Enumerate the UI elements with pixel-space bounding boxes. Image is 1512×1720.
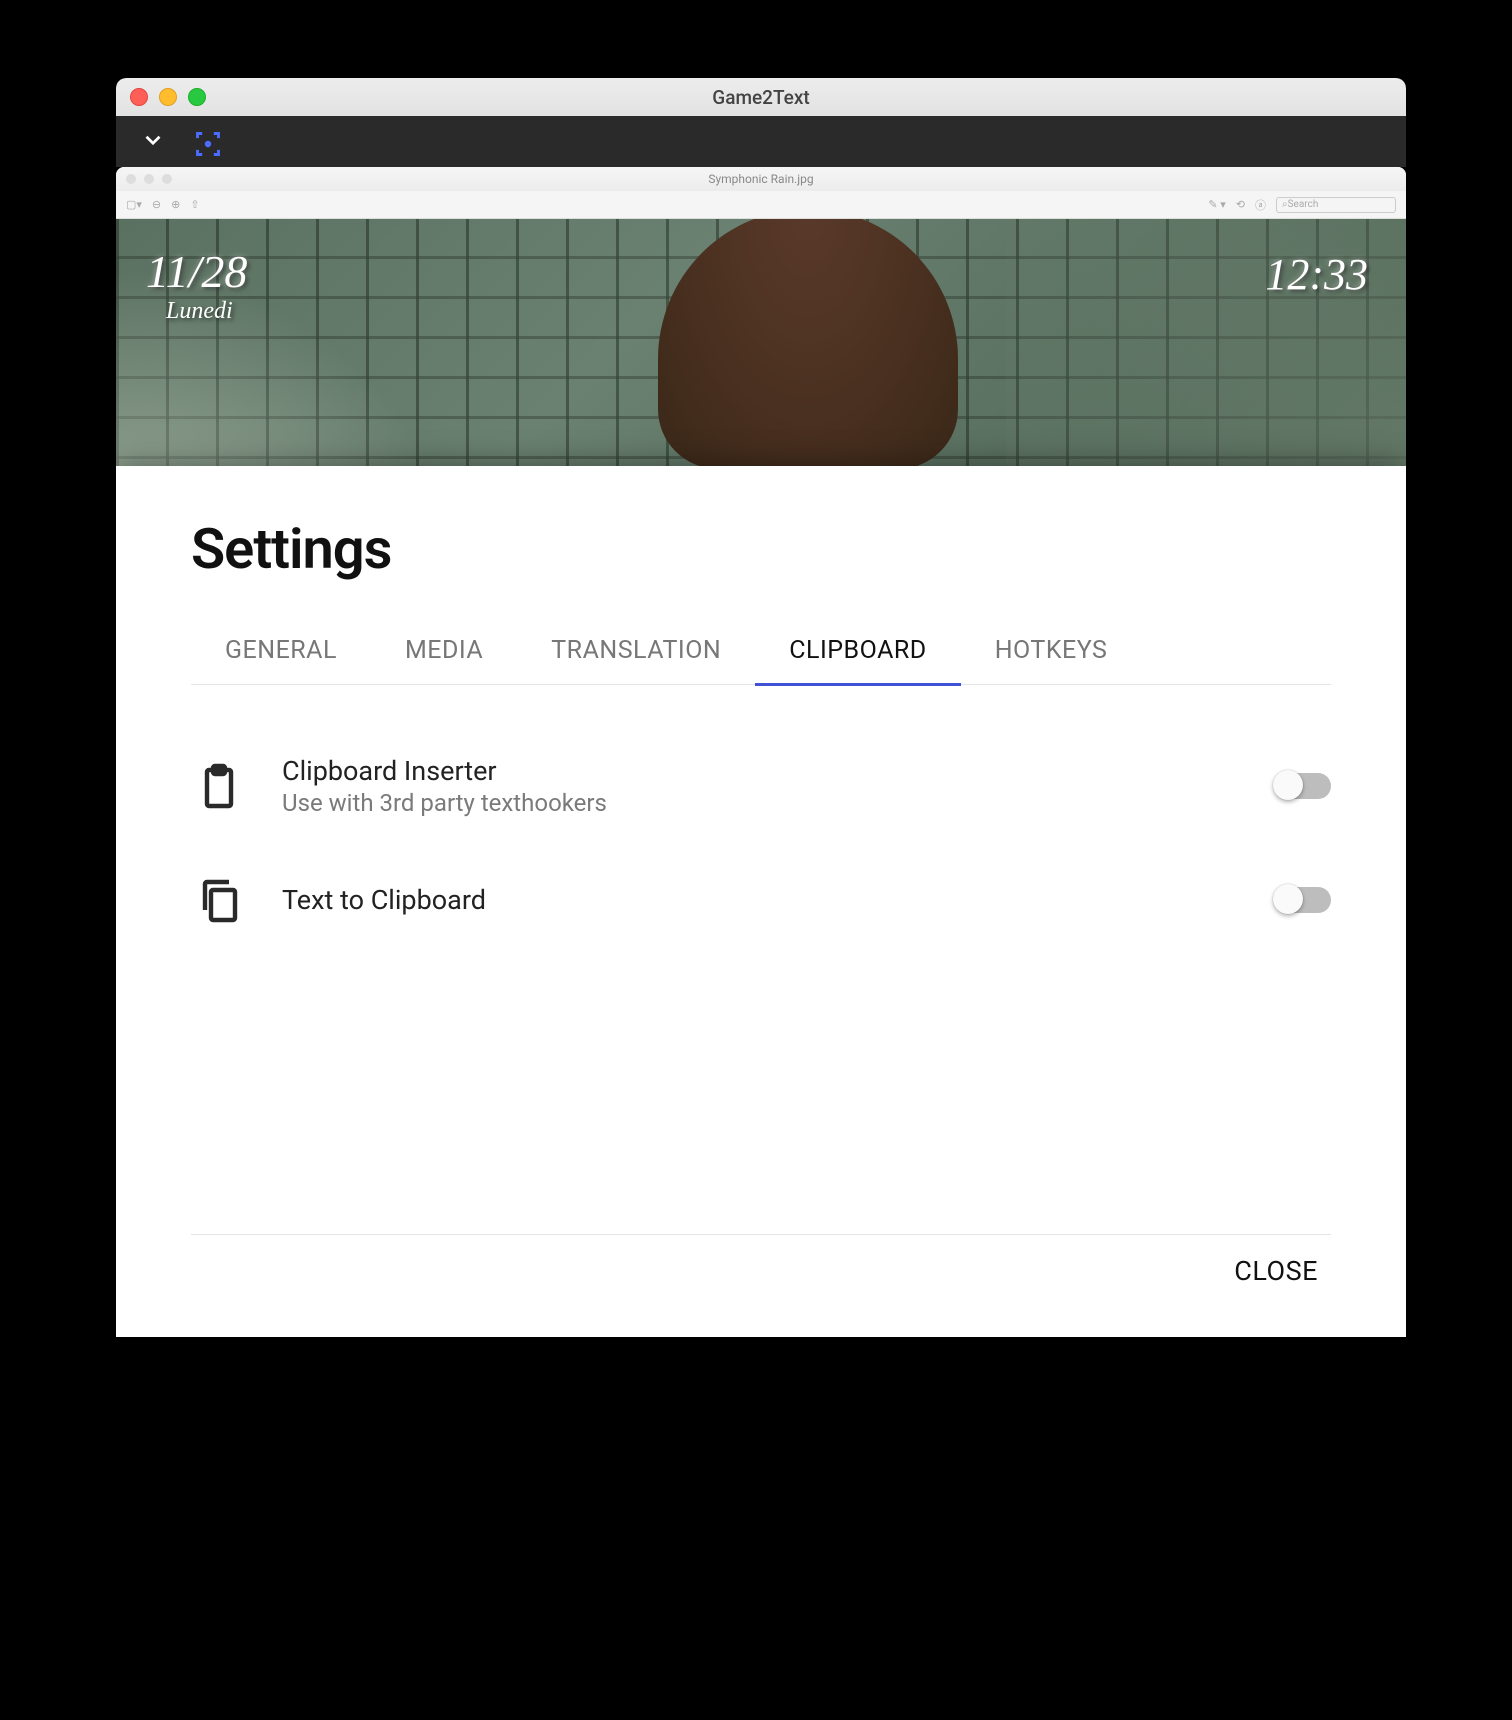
- content-area: Symphonic Rain.jpg ▢▾ ⊖ ⊕ ⇧ ✎ ▾ ⟲ ⓐ ⌕ Se…: [116, 167, 1406, 1538]
- setting-text: Clipboard Inserter Use with 3rd party te…: [282, 755, 1275, 817]
- tab-translation[interactable]: TRANSLATION: [517, 622, 755, 684]
- toggle-knob: [1273, 770, 1303, 800]
- setting-clipboard-inserter: Clipboard Inserter Use with 3rd party te…: [191, 740, 1331, 857]
- rotate-icon[interactable]: ⟲: [1236, 198, 1245, 211]
- app-window: Game2Text Symphonic Rain.jpg: [116, 78, 1406, 1538]
- game-date-badge: 11/28 Lunedi: [146, 245, 247, 325]
- settings-tabs: GENERAL MEDIA TRANSLATION CLIPBOARD HOTK…: [191, 622, 1331, 685]
- markup-icon[interactable]: ⓐ: [1255, 197, 1266, 213]
- toggle-clipboard-inserter[interactable]: [1275, 773, 1331, 799]
- toggle-knob: [1273, 884, 1303, 914]
- game-time: 12:33: [1265, 249, 1368, 300]
- share-icon[interactable]: ⇧: [190, 198, 199, 211]
- toggle-text-to-clipboard[interactable]: [1275, 887, 1331, 913]
- sidebar-icon[interactable]: ▢▾: [126, 198, 142, 211]
- titlebar: Game2Text: [116, 78, 1406, 116]
- modal-footer: CLOSE: [116, 1235, 1406, 1307]
- preview-titlebar: Symphonic Rain.jpg: [116, 167, 1406, 191]
- settings-title: Settings: [191, 516, 1406, 582]
- settings-list: Clipboard Inserter Use with 3rd party te…: [191, 740, 1331, 1235]
- dropdown-button[interactable]: [140, 127, 166, 157]
- app-toolbar: [116, 116, 1406, 167]
- zoom-out-icon[interactable]: ⊖: [152, 198, 161, 211]
- search-placeholder: Search: [1288, 199, 1319, 210]
- tab-hotkeys[interactable]: HOTKEYS: [961, 622, 1142, 684]
- window-title: Game2Text: [116, 86, 1406, 109]
- setting-subtitle-label: Use with 3rd party texthookers: [282, 789, 1275, 817]
- setting-title-label: Clipboard Inserter: [282, 755, 1275, 787]
- clipboard-icon: [191, 759, 246, 814]
- close-button[interactable]: CLOSE: [1226, 1235, 1326, 1307]
- character-silhouette: [658, 219, 958, 469]
- tab-general[interactable]: GENERAL: [191, 622, 371, 684]
- preview-toolbar: ▢▾ ⊖ ⊕ ⇧ ✎ ▾ ⟲ ⓐ ⌕ Search: [116, 191, 1406, 219]
- setting-text: Text to Clipboard: [282, 884, 1275, 916]
- tab-clipboard[interactable]: CLIPBOARD: [755, 622, 960, 686]
- setting-text-to-clipboard: Text to Clipboard: [191, 857, 1331, 967]
- preview-search-input[interactable]: ⌕ Search: [1276, 197, 1396, 213]
- game-day: Lunedi: [166, 298, 247, 325]
- edit-icon[interactable]: ✎ ▾: [1208, 198, 1225, 211]
- capture-region-button[interactable]: [194, 130, 218, 154]
- zoom-in-icon[interactable]: ⊕: [171, 198, 180, 211]
- game-date: 11/28: [146, 245, 247, 298]
- preview-filename: Symphonic Rain.jpg: [116, 172, 1406, 186]
- tab-media[interactable]: MEDIA: [371, 622, 517, 684]
- settings-modal: Settings GENERAL MEDIA TRANSLATION CLIPB…: [116, 466, 1406, 1337]
- setting-title-label: Text to Clipboard: [282, 884, 1275, 916]
- copy-icon: [191, 872, 246, 927]
